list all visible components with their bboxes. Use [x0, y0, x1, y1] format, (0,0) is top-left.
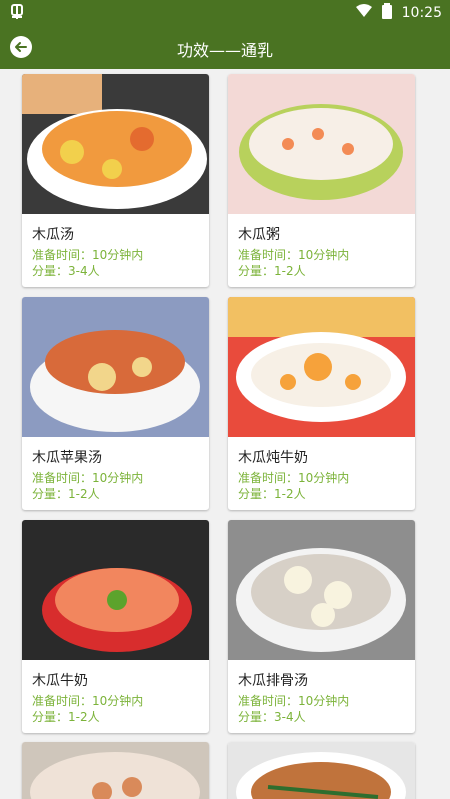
recipe-image [22, 520, 209, 660]
recipe-card[interactable]: 木瓜粥 准备时间：10分钟内 分量：1-2人 [228, 74, 415, 287]
recipe-card-partial[interactable] [228, 742, 415, 799]
bug-icon [8, 3, 26, 25]
recipe-list[interactable]: 木瓜汤 准备时间：10分钟内 分量：3-4人 木瓜粥 准备时间：10分钟内 分量… [0, 69, 450, 799]
recipe-name: 木瓜排骨汤 [238, 673, 308, 689]
recipe-serving: 分量：1-2人 [238, 264, 306, 278]
recipe-card-partial[interactable] [22, 742, 209, 799]
app-toolbar: 功效——通乳 [0, 25, 450, 69]
recipe-image [228, 520, 415, 660]
recipe-image [228, 742, 415, 799]
recipe-name: 木瓜汤 [32, 227, 74, 243]
recipe-serving: 分量：3-4人 [32, 264, 100, 278]
recipe-time: 准备时间：10分钟内 [238, 694, 350, 708]
recipe-serving: 分量：3-4人 [238, 710, 306, 724]
recipe-time: 准备时间：10分钟内 [238, 471, 350, 485]
recipe-time: 准备时间：10分钟内 [32, 471, 144, 485]
recipe-card[interactable]: 木瓜排骨汤 准备时间：10分钟内 分量：3-4人 [228, 520, 415, 733]
recipe-image [22, 742, 209, 799]
recipe-image [228, 297, 415, 437]
recipe-name: 木瓜牛奶 [32, 673, 88, 689]
recipe-image [22, 74, 209, 214]
wifi-icon [355, 4, 372, 22]
battery-icon [381, 3, 392, 23]
recipe-time: 准备时间：10分钟内 [32, 248, 144, 262]
recipe-name: 木瓜炖牛奶 [238, 450, 308, 466]
page-title: 功效——通乳 [176, 41, 273, 60]
recipe-card[interactable]: 木瓜苹果汤 准备时间：10分钟内 分量：1-2人 [22, 297, 209, 510]
recipe-serving: 分量：1-2人 [32, 710, 100, 724]
recipe-card[interactable]: 木瓜牛奶 准备时间：10分钟内 分量：1-2人 [22, 520, 209, 733]
status-time: 10:25 [401, 5, 442, 21]
recipe-time: 准备时间：10分钟内 [32, 694, 144, 708]
recipe-serving: 分量：1-2人 [32, 487, 100, 501]
recipe-name: 木瓜粥 [238, 227, 280, 243]
recipe-card[interactable]: 木瓜汤 准备时间：10分钟内 分量：3-4人 [22, 74, 209, 287]
recipe-serving: 分量：1-2人 [238, 487, 306, 501]
status-bar: 10:25 [0, 0, 450, 25]
recipe-card[interactable]: 木瓜炖牛奶 准备时间：10分钟内 分量：1-2人 [228, 297, 415, 510]
recipe-image [228, 74, 415, 214]
recipe-name: 木瓜苹果汤 [32, 450, 102, 466]
recipe-image [22, 297, 209, 437]
recipe-time: 准备时间：10分钟内 [238, 248, 350, 262]
